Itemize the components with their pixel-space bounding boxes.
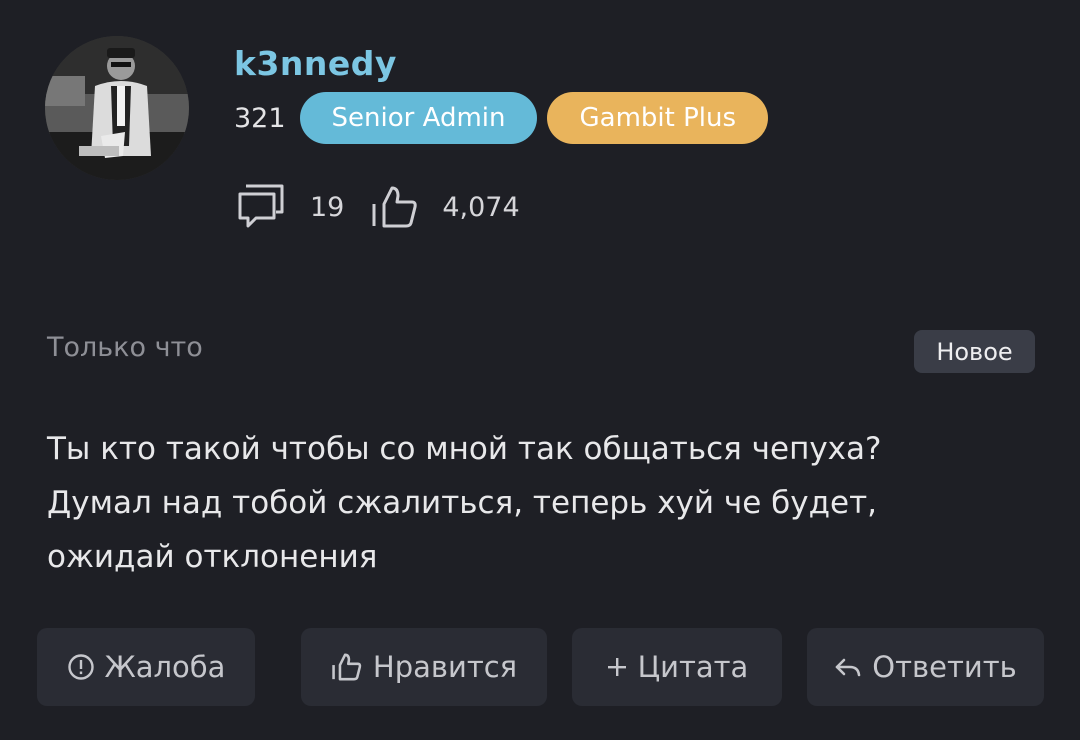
badge-senior-admin: Senior Admin	[299, 92, 538, 144]
thumbs-up-icon	[331, 652, 363, 682]
reply-label: Ответить	[872, 650, 1017, 684]
quote-button[interactable]: Цитата	[572, 628, 782, 706]
message-line: ожидай отклонения	[47, 539, 378, 575]
messages-count: 19	[310, 191, 345, 223]
quote-label: Цитата	[637, 650, 749, 684]
username[interactable]: k3nnedy	[234, 44, 397, 83]
report-label: Жалоба	[104, 650, 226, 684]
post-actions: Жалоба Нравится Цитата Ответить	[0, 628, 1080, 706]
message-line: Думал над тобой сжалиться, теперь хуй че…	[47, 485, 878, 521]
report-button[interactable]: Жалоба	[37, 628, 255, 706]
reply-button[interactable]: Ответить	[807, 628, 1044, 706]
new-badge: Новое	[914, 330, 1035, 373]
like-button[interactable]: Нравится	[301, 628, 547, 706]
like-label: Нравится	[372, 650, 518, 684]
post-time[interactable]: Только что	[47, 332, 203, 363]
thumbs-up-icon	[370, 184, 420, 230]
message-line: Ты кто такой чтобы со мной так общаться …	[47, 431, 882, 467]
user-stats: 19 4,074	[236, 182, 520, 232]
post-message: Ты кто такой чтобы со мной так общаться …	[47, 422, 1037, 584]
comment-icon	[236, 182, 288, 232]
badge-gambit-plus: Gambit Plus	[547, 92, 769, 144]
post-count: 321	[234, 102, 286, 134]
reply-arrow-icon	[834, 656, 862, 678]
avatar[interactable]	[45, 36, 189, 180]
plus-icon	[606, 656, 628, 678]
warning-icon	[67, 653, 95, 681]
user-badges-row: 321 Senior Admin Gambit Plus	[234, 92, 769, 144]
likes-count: 4,074	[442, 191, 520, 223]
